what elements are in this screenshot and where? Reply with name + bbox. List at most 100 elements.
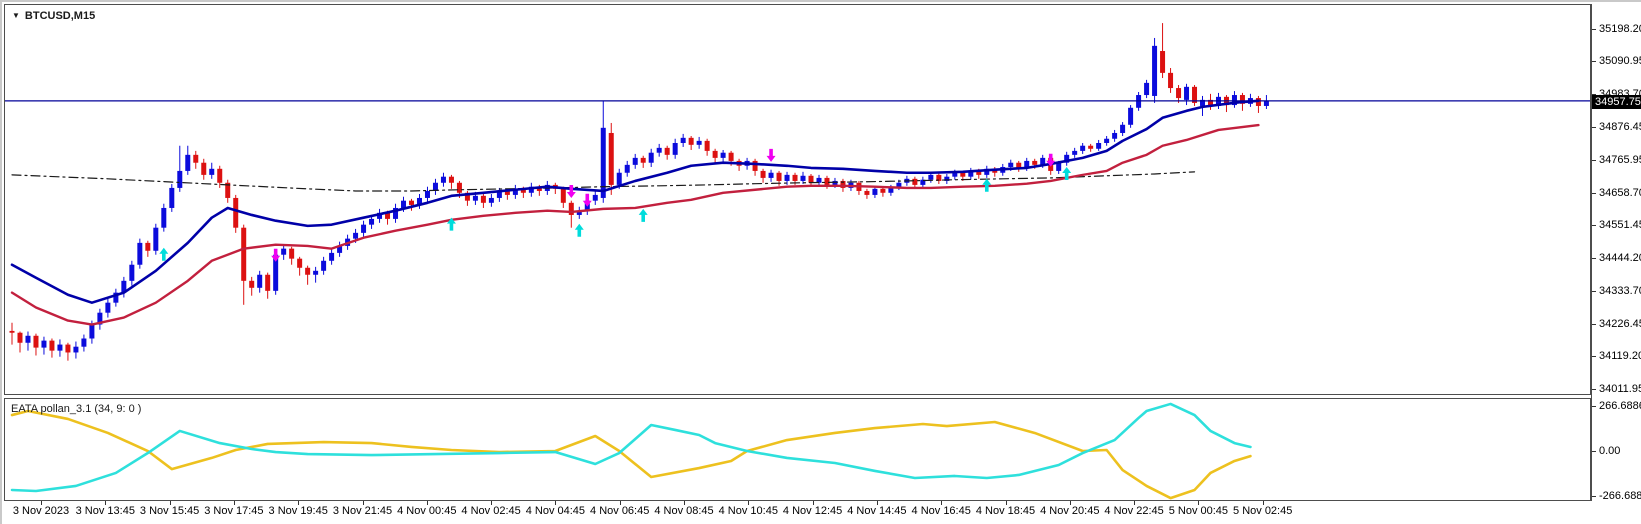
price-tick-label: 35090.95 — [1599, 55, 1641, 68]
indicator-tick-mark — [1592, 496, 1596, 497]
candle-body — [928, 174, 934, 180]
indicator-name-label: EATA pollan_3.1 (34, 9: 0 ) — [11, 403, 142, 415]
time-tick-label: 3 Nov 2023 — [12, 505, 70, 517]
candle-body — [568, 202, 574, 215]
time-tick-label: 4 Nov 02:45 — [461, 505, 521, 517]
trading-terminal-window: ▼ BTCUSD,M15 EATA pollan_3.1 (34, 9: 0 )… — [0, 0, 1641, 524]
time-tick-label: 4 Nov 14:45 — [847, 505, 907, 517]
indicator-tick-label: 0.00 — [1599, 445, 1621, 457]
candle-body — [265, 274, 271, 291]
chevron-down-icon[interactable]: ▼ — [12, 12, 20, 20]
candle-body — [1104, 138, 1110, 143]
sell-signal-arrow-icon — [271, 248, 281, 262]
sell-signal-arrow-icon — [566, 184, 576, 198]
candle-body — [193, 154, 199, 163]
candle-body — [656, 147, 662, 153]
buy-signal-arrow-icon — [159, 247, 169, 261]
indicator-chart-canvas[interactable] — [5, 399, 1590, 500]
candle-body — [409, 200, 414, 205]
candle-body — [137, 242, 143, 265]
candle-body — [1072, 150, 1078, 155]
candle-body — [880, 188, 886, 193]
time-tick-label: 3 Nov 17:45 — [204, 505, 264, 517]
candle-body — [1263, 100, 1269, 106]
candle-body — [33, 335, 39, 348]
time-tick-label: 4 Nov 22:45 — [1104, 505, 1164, 517]
candle-body — [289, 248, 295, 259]
price-tick-mark — [1592, 291, 1596, 293]
candle-body — [720, 152, 726, 158]
candle-body — [353, 232, 359, 239]
candle-body — [648, 152, 654, 163]
candle-body — [1120, 124, 1126, 133]
candle-body — [1080, 145, 1086, 151]
candle-body — [440, 176, 446, 183]
price-tick-mark — [1592, 389, 1596, 390]
price-tick-mark — [1592, 323, 1596, 325]
candle-body — [632, 157, 638, 165]
candle-body — [776, 172, 782, 181]
main-price-chart-panel[interactable]: ▼ BTCUSD,M15 — [4, 4, 1591, 395]
candle-body — [472, 195, 478, 201]
buy-signal-arrow-icon — [638, 208, 648, 222]
candle-body — [321, 260, 327, 271]
candle-body — [1128, 107, 1134, 125]
candle-body — [768, 172, 774, 178]
price-tick-label: 34765.95 — [1599, 154, 1641, 167]
indicator-subwindow-panel[interactable]: EATA pollan_3.1 (34, 9: 0 ) — [4, 398, 1591, 501]
candle-body — [424, 190, 430, 198]
symbol-timeframe-text: BTCUSD,M15 — [24, 10, 96, 22]
candle-body — [912, 178, 918, 185]
candle-body — [153, 227, 159, 251]
time-tick-label: 3 Nov 15:45 — [139, 505, 200, 517]
candle-body — [281, 248, 287, 255]
candle-body — [209, 168, 215, 175]
candle-body — [81, 338, 87, 347]
candle-body — [217, 168, 223, 183]
time-tick-label: 5 Nov 00:45 — [1168, 505, 1229, 517]
candle-body — [592, 194, 598, 201]
candle-body — [89, 324, 95, 339]
candle-body — [688, 137, 694, 145]
candle-body — [49, 340, 55, 351]
candle-body — [169, 187, 175, 208]
candle-body — [664, 147, 670, 155]
candle-body — [1152, 45, 1158, 96]
indicator-tick-label: 266.6886 — [1599, 399, 1641, 412]
candle-body — [1160, 51, 1166, 73]
candle-body — [488, 197, 494, 203]
candle-body — [800, 175, 806, 181]
candle-body — [680, 137, 686, 143]
time-tick-label: 3 Nov 13:45 — [75, 505, 135, 517]
candle-body — [792, 174, 798, 181]
candle-body — [696, 140, 702, 145]
candle-body — [1112, 132, 1118, 139]
candle-body — [105, 302, 111, 313]
candle-body — [329, 252, 335, 261]
time-axis[interactable]: 3 Nov 2023 3 Nov 13:45 3 Nov 15:45 3 Nov 17… — [4, 501, 1591, 524]
candle-body — [640, 157, 646, 163]
candle-body — [960, 172, 966, 177]
sell-signal-arrow-icon — [766, 148, 776, 162]
price-tick-mark — [1592, 192, 1596, 194]
candle-body — [1088, 145, 1094, 149]
candle-body — [257, 274, 263, 288]
candle-body — [808, 175, 814, 183]
candle-body — [369, 218, 375, 225]
indicator-tick-mark — [1592, 451, 1596, 452]
candle-body — [201, 162, 207, 175]
candle-body — [1168, 72, 1174, 89]
candle-body — [1008, 162, 1014, 167]
price-tick-mark — [1592, 28, 1596, 30]
price-tick-label: 34658.70 — [1599, 186, 1641, 199]
candle-body — [241, 227, 247, 281]
candle-body — [448, 176, 454, 183]
price-tick-mark — [1592, 257, 1596, 259]
candle-body — [616, 172, 622, 185]
current-price-tag: 34957.75 — [1592, 94, 1641, 109]
candle-body — [129, 264, 135, 281]
price-tick-mark — [1592, 61, 1596, 63]
candlestick-chart-canvas[interactable] — [5, 5, 1590, 394]
time-tick-label: 4 Nov 06:45 — [590, 505, 650, 517]
price-axis[interactable]: 34957.75 35198.2035090.9534983.7034876.4… — [1591, 4, 1641, 502]
